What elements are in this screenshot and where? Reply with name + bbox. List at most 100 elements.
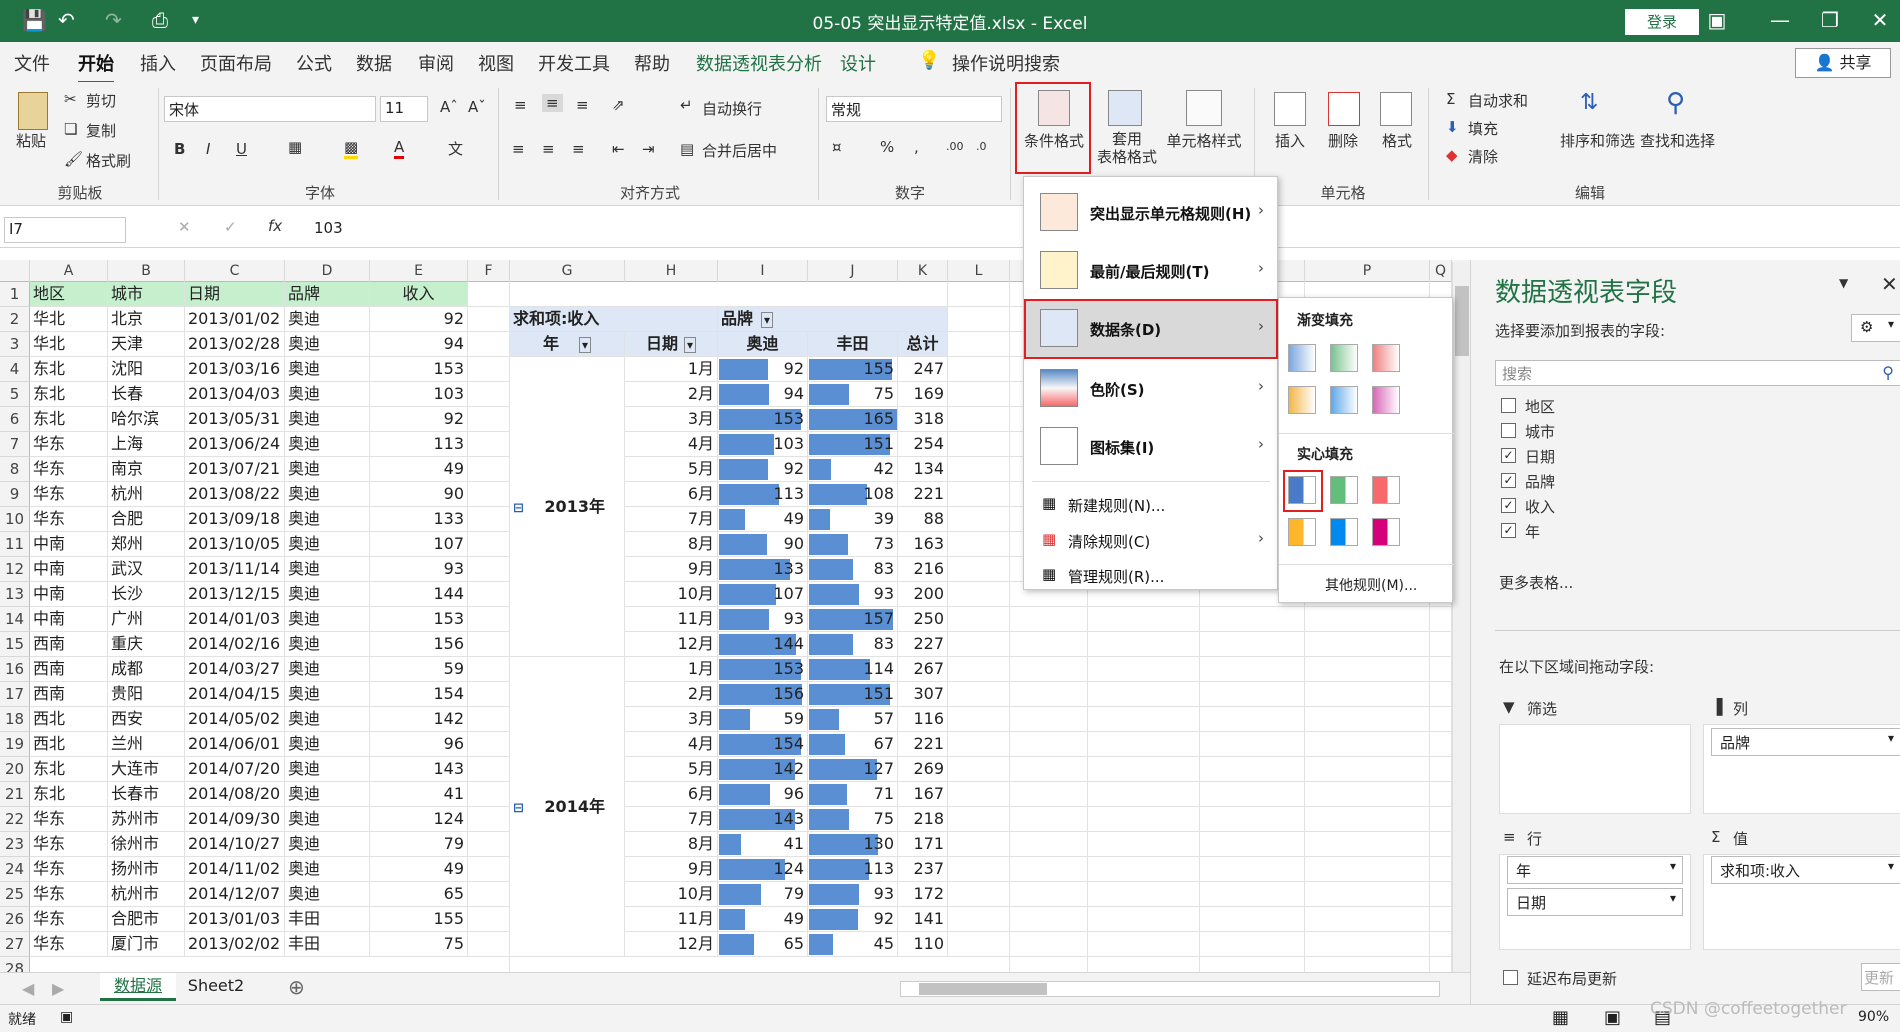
- brand-filter-dropdown-icon[interactable]: ▾: [761, 312, 774, 328]
- table-cell[interactable]: 奥迪: [285, 557, 370, 582]
- grid-cell[interactable]: [1010, 682, 1088, 707]
- autosum-icon[interactable]: Σ: [1446, 90, 1455, 108]
- table-cell[interactable]: 2013/04/03: [185, 382, 285, 407]
- menu-item-icon-sets[interactable]: 图标集(I) ›: [1024, 419, 1277, 475]
- pivot-value[interactable]: 92: [718, 457, 808, 482]
- grid-cell[interactable]: [1305, 757, 1430, 782]
- grid-cell[interactable]: [1200, 832, 1305, 857]
- row-header[interactable]: 16: [0, 657, 30, 682]
- tab-pivot-analyze[interactable]: 数据透视表分析: [696, 50, 822, 76]
- row-header[interactable]: 1: [0, 282, 30, 307]
- pivot-total[interactable]: 221: [898, 482, 948, 507]
- pivot-value[interactable]: 124: [718, 857, 808, 882]
- field-label[interactable]: 收入: [1525, 496, 1555, 517]
- table-cell[interactable]: 华东: [30, 857, 108, 882]
- row-header[interactable]: 11: [0, 532, 30, 557]
- grid-cell[interactable]: [468, 382, 510, 407]
- table-cell[interactable]: 北京: [108, 307, 185, 332]
- table-cell[interactable]: 75: [370, 932, 468, 957]
- row-header[interactable]: 15: [0, 632, 30, 657]
- grid-cell[interactable]: [1010, 932, 1088, 957]
- table-cell[interactable]: 92: [370, 307, 468, 332]
- grid-cell[interactable]: [468, 582, 510, 607]
- row-header[interactable]: 17: [0, 682, 30, 707]
- grid-cell[interactable]: [1430, 757, 1452, 782]
- table-cell[interactable]: 兰州: [108, 732, 185, 757]
- grid-cell[interactable]: [1010, 957, 1088, 972]
- grid-cell[interactable]: [1305, 932, 1430, 957]
- cut-button[interactable]: 剪切: [86, 90, 116, 111]
- pivot-total[interactable]: 221: [898, 732, 948, 757]
- table-cell[interactable]: 中南: [30, 532, 108, 557]
- grid-cell[interactable]: [948, 782, 1010, 807]
- grid-cell[interactable]: [1305, 832, 1430, 857]
- function-icon[interactable]: fx: [268, 217, 282, 235]
- tell-me-search[interactable]: 操作说明搜索: [952, 50, 1060, 76]
- tab-help[interactable]: 帮助: [634, 50, 670, 76]
- field-checkbox[interactable]: ✓: [1501, 498, 1516, 513]
- table-cell[interactable]: 133: [370, 507, 468, 532]
- format-cells-button[interactable]: 格式: [1382, 130, 1412, 151]
- grid-cell[interactable]: [468, 632, 510, 657]
- pivot-total[interactable]: 110: [898, 932, 948, 957]
- table-header-cell[interactable]: 日期: [185, 282, 285, 307]
- grid-cell[interactable]: [948, 907, 1010, 932]
- grid-cell[interactable]: [1430, 882, 1452, 907]
- pivot-total[interactable]: 88: [898, 507, 948, 532]
- grid-cell[interactable]: [948, 832, 1010, 857]
- grid-cell[interactable]: [468, 807, 510, 832]
- pivot-value[interactable]: 107: [718, 582, 808, 607]
- grid-cell[interactable]: [1305, 907, 1430, 932]
- paste-button[interactable]: 粘贴: [16, 130, 46, 151]
- table-cell[interactable]: 哈尔滨: [108, 407, 185, 432]
- name-box[interactable]: I7: [4, 217, 126, 243]
- table-cell[interactable]: 2013/08/22: [185, 482, 285, 507]
- row-header[interactable]: 22: [0, 807, 30, 832]
- table-cell[interactable]: 长春: [108, 382, 185, 407]
- wrap-text-button[interactable]: 自动换行: [702, 98, 762, 119]
- field-checkbox[interactable]: ✓: [1501, 523, 1516, 538]
- close-icon[interactable]: ✕: [1860, 8, 1900, 32]
- table-cell[interactable]: 奥迪: [285, 332, 370, 357]
- table-cell[interactable]: 2014/08/20: [185, 782, 285, 807]
- pivot-value[interactable]: 151: [808, 432, 898, 457]
- grid-cell[interactable]: [1200, 782, 1305, 807]
- row-field-item[interactable]: 日期 ▾: [1507, 888, 1683, 916]
- table-cell[interactable]: 奥迪: [285, 457, 370, 482]
- table-cell[interactable]: 华东: [30, 807, 108, 832]
- field-label[interactable]: 日期: [1525, 446, 1555, 467]
- pivot-value[interactable]: 59: [718, 707, 808, 732]
- table-cell[interactable]: 奥迪: [285, 857, 370, 882]
- grid-cell[interactable]: [1200, 632, 1305, 657]
- table-cell[interactable]: 奥迪: [285, 882, 370, 907]
- grid-cell[interactable]: [948, 757, 1010, 782]
- table-cell[interactable]: 103: [370, 382, 468, 407]
- field-label[interactable]: 城市: [1525, 421, 1555, 442]
- table-cell[interactable]: 156: [370, 632, 468, 657]
- grid-cell[interactable]: [1305, 607, 1430, 632]
- grid-cell[interactable]: [1430, 632, 1452, 657]
- grid-cell[interactable]: [468, 757, 510, 782]
- table-cell[interactable]: 奥迪: [285, 632, 370, 657]
- cell-styles-icon[interactable]: [1186, 90, 1222, 126]
- grid-cell[interactable]: [1200, 857, 1305, 882]
- pivot-value[interactable]: 49: [718, 507, 808, 532]
- grid-cell[interactable]: [1010, 782, 1088, 807]
- table-cell[interactable]: 奥迪: [285, 707, 370, 732]
- pivot-value[interactable]: 108: [808, 482, 898, 507]
- solid-green-bar[interactable]: [1330, 476, 1358, 504]
- row-header[interactable]: 28: [0, 957, 30, 972]
- table-cell[interactable]: 东北: [30, 382, 108, 407]
- collapse-icon[interactable]: ⊟: [513, 801, 528, 816]
- table-cell[interactable]: 92: [370, 407, 468, 432]
- format-as-table-icon[interactable]: [1108, 90, 1142, 126]
- grid-cell[interactable]: [1430, 832, 1452, 857]
- grid-cell[interactable]: [1088, 757, 1200, 782]
- grid-cell[interactable]: [468, 532, 510, 557]
- grid-cell[interactable]: [1200, 957, 1305, 972]
- grid-cell[interactable]: [948, 357, 1010, 382]
- align-middle-icon[interactable]: ≡: [542, 94, 563, 112]
- grid-cell[interactable]: [1305, 857, 1430, 882]
- table-cell[interactable]: 徐州市: [108, 832, 185, 857]
- pivot-total[interactable]: 163: [898, 532, 948, 557]
